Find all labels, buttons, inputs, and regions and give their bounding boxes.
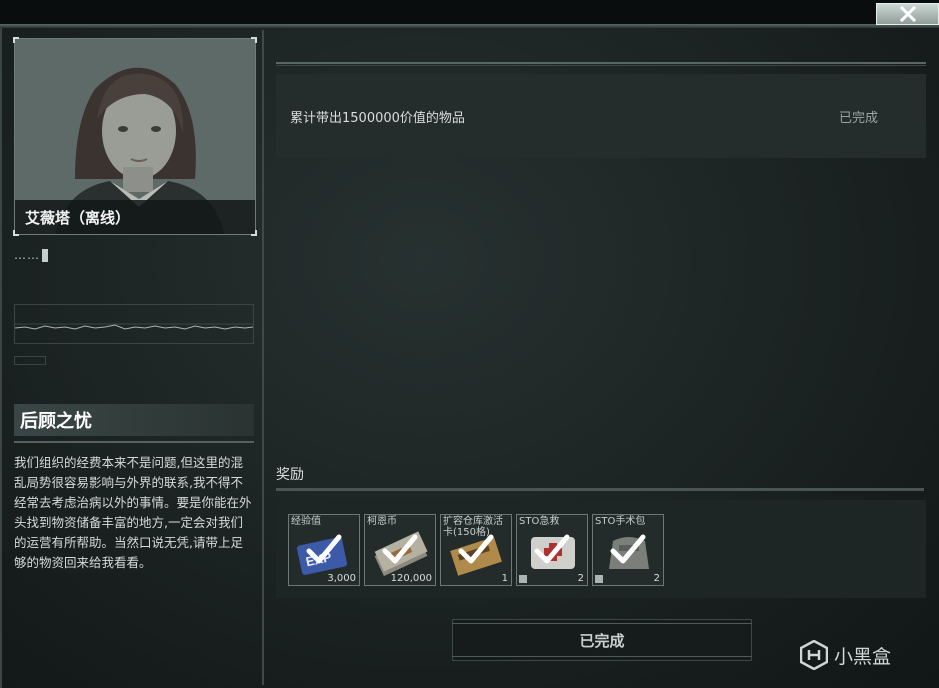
quest-title: 后顾之忧 xyxy=(14,404,254,436)
reward-item-name: 扩容仓库激活 卡(150格) xyxy=(443,516,503,538)
reward-item-first-aid[interactable]: STO急救 2 xyxy=(516,514,588,586)
portrait-corner xyxy=(13,37,19,43)
reward-item-name: 经验值 xyxy=(291,516,321,527)
portrait-corner xyxy=(13,230,19,236)
reward-item-count: 3,000 xyxy=(327,573,356,584)
objective-row: 累计带出1500000价值的物品 已完成 xyxy=(276,74,926,158)
reward-item-name: STO急救 xyxy=(519,516,560,527)
portrait-corner xyxy=(251,230,257,236)
watermark: 小黑盒 xyxy=(800,640,891,670)
reward-item-currency[interactable]: 柯恩币 120,000 xyxy=(364,514,436,586)
check-icon xyxy=(610,534,646,564)
portrait-corner xyxy=(251,37,257,43)
reward-item-count: 120,000 xyxy=(390,573,432,584)
rewards-label: 奖励 xyxy=(276,467,304,483)
complete-button-label: 已完成 xyxy=(579,631,625,650)
trader-name: 艾薇塔（离线） xyxy=(15,200,255,234)
objectives-divider xyxy=(276,62,926,66)
reward-item-exp[interactable]: 经验值 EXP 3,000 xyxy=(288,514,360,586)
objective-status: 已完成 xyxy=(838,111,878,126)
heybox-logo-icon xyxy=(800,640,828,670)
reward-item-surgery-kit[interactable]: STO手术包 2 xyxy=(592,514,664,586)
check-icon xyxy=(458,534,494,564)
title-divider xyxy=(14,441,254,443)
text-cursor xyxy=(42,249,48,262)
trader-portrait: 艾薇塔（离线） xyxy=(14,38,256,235)
reward-item-count: 2 xyxy=(577,573,584,584)
signal-graph xyxy=(14,304,254,344)
check-icon xyxy=(382,534,418,564)
signal-tag xyxy=(14,356,46,365)
check-icon xyxy=(534,534,570,564)
reward-item-count: 2 xyxy=(653,573,660,584)
typing-indicator: …… xyxy=(14,248,48,262)
check-icon xyxy=(306,534,342,564)
close-icon xyxy=(899,6,916,22)
signal-waveform xyxy=(14,323,254,330)
complete-button[interactable]: 已完成 xyxy=(452,619,752,661)
close-button[interactable] xyxy=(876,3,939,25)
reward-item-name: STO手术包 xyxy=(595,516,646,527)
rewards-panel: 经验值 EXP 3,000 柯恩币 120,000 扩容仓库激活 卡(150格) xyxy=(276,500,926,598)
rewards-divider xyxy=(276,488,924,491)
typing-text: …… xyxy=(14,248,40,262)
container-icon xyxy=(595,575,603,583)
objective-text: 累计带出1500000价值的物品 xyxy=(290,111,465,126)
reward-item-storage-card[interactable]: 扩容仓库激活 卡(150格) 1 xyxy=(440,514,512,586)
reward-item-name: 柯恩币 xyxy=(367,516,397,527)
reward-item-count: 1 xyxy=(501,573,508,584)
quest-description: 我们组织的经费本来不是问题,但这里的混乱局势很容易影响与外界的联系,我不得不经常… xyxy=(14,455,252,570)
container-icon xyxy=(519,575,527,583)
left-panel: 艾薇塔（离线） …… 后顾之忧 我们组织的经费本来不是问题,但这里的混乱局势很容… xyxy=(6,30,264,685)
watermark-text: 小黑盒 xyxy=(834,645,892,668)
